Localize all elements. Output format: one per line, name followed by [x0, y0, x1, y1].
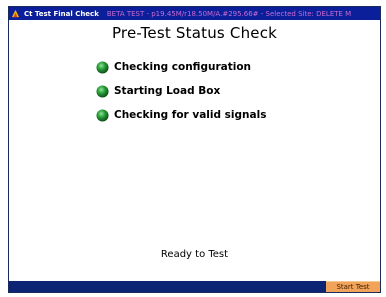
test-window: Ct Test Final Check BETA TEST - p19.45M/… [8, 6, 381, 293]
check-item-load-box: Starting Load Box [96, 79, 266, 103]
start-test-button[interactable]: Start Test [326, 281, 380, 292]
app-logo-icon [11, 9, 20, 18]
status-check-list: Checking configuration Starting Load Box [96, 55, 266, 127]
green-status-icon [96, 108, 109, 122]
bottom-bar: Start Test [9, 281, 380, 292]
check-label: Starting Load Box [114, 85, 221, 97]
window-title: Ct Test Final Check [24, 9, 99, 18]
status-message: Ready to Test [160, 249, 229, 260]
check-item-valid-signals: Checking for valid signals [96, 103, 266, 127]
check-label: Checking for valid signals [114, 109, 267, 121]
check-item-configuration: Checking configuration [96, 55, 266, 79]
green-status-icon [96, 60, 109, 74]
title-bar: Ct Test Final Check BETA TEST - p19.45M/… [9, 7, 380, 20]
page-title: Pre-Test Status Check [111, 24, 278, 42]
window-info-text: BETA TEST - p19.45M/r18.50M/A.#295.66# -… [106, 9, 352, 18]
check-label: Checking configuration [114, 61, 252, 73]
green-status-icon [96, 84, 109, 98]
